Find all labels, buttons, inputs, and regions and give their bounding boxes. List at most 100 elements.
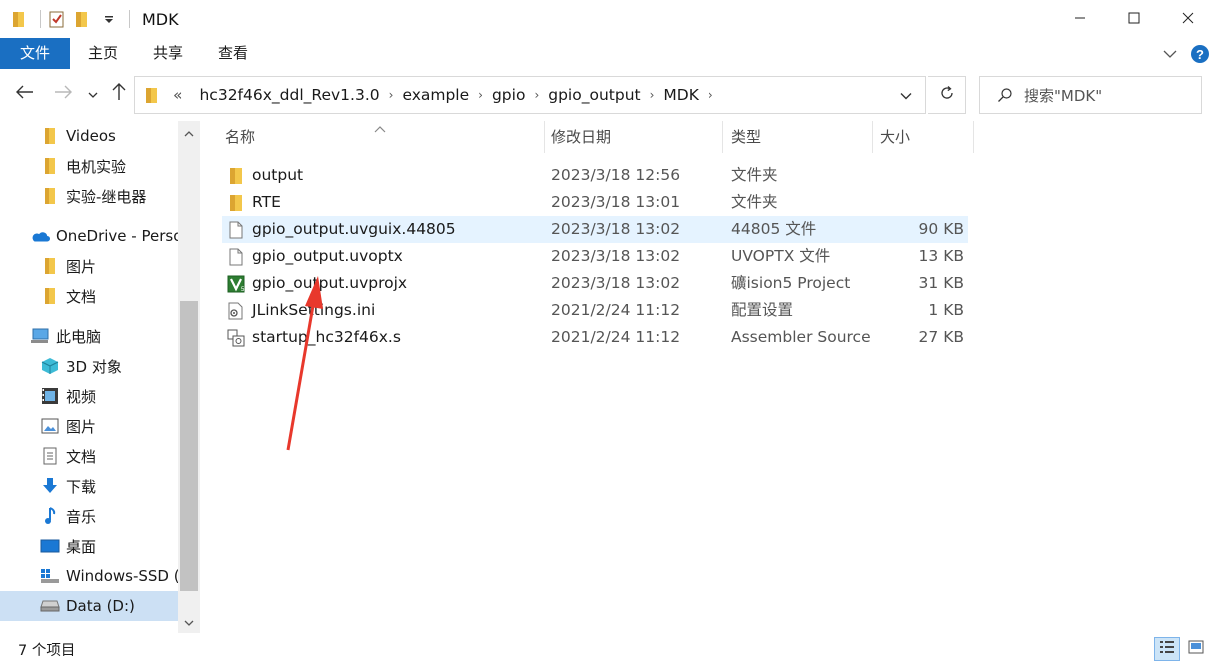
file-date: 2021/2/24 11:12 [551, 301, 681, 319]
file-name[interactable]: gpio_output.uvguix.44805 [252, 216, 456, 243]
file-name[interactable]: JLinkSettings.ini [252, 297, 375, 324]
chevron-down-icon [88, 85, 98, 103]
file-name[interactable]: gpio_output.uvprojx [252, 270, 407, 297]
file-size: 27 KB [918, 328, 964, 346]
tab-home[interactable]: 主页 [78, 38, 128, 69]
nav-item-data-drive[interactable]: Data (D:) [0, 591, 178, 621]
nav-item-label: OneDrive - Perso [56, 227, 178, 245]
file-date: 2023/3/18 12:56 [551, 166, 681, 184]
ribbon-tabs: 文件 主页 共享 查看 ? [0, 38, 1215, 69]
nav-item-label: 下载 [66, 477, 97, 496]
file-size: 13 KB [918, 247, 964, 265]
file-name[interactable]: output [252, 162, 303, 189]
nav-item-onedrive[interactable]: OneDrive - Perso [0, 221, 178, 251]
file-row[interactable]: startup_hc32f46x.s 2021/2/24 11:12 Assem… [222, 324, 968, 351]
toolbar-separator [129, 10, 130, 28]
maximize-icon [1128, 10, 1140, 28]
file-type: 文件夹 [731, 193, 778, 211]
nav-item-pictures-library[interactable]: 图片 [0, 411, 178, 441]
column-header-name[interactable]: 名称 [215, 121, 545, 153]
minimize-button[interactable] [1053, 0, 1107, 38]
minimize-icon [1074, 10, 1086, 28]
scroll-up-button[interactable] [178, 121, 200, 143]
download-icon [40, 476, 60, 496]
column-header-size[interactable]: 大小 [870, 121, 970, 153]
scroll-down-button[interactable] [178, 611, 200, 633]
breadcrumb-item[interactable]: gpio [483, 86, 534, 104]
nav-item-windows-ssd[interactable]: Windows-SSD ( [0, 561, 178, 591]
nav-item-label: 视频 [66, 387, 97, 406]
back-button[interactable] [12, 81, 38, 107]
nav-item-onedrive-pictures[interactable]: 图片 [0, 251, 178, 281]
music-icon [40, 506, 60, 526]
chevron-down-icon [184, 613, 194, 631]
close-button[interactable] [1161, 0, 1215, 38]
details-view-button[interactable] [1154, 637, 1180, 661]
file-name[interactable]: RTE [252, 189, 281, 216]
address-history-button[interactable] [897, 87, 915, 105]
breadcrumb-item[interactable]: hc32f46x_ddl_Rev1.3.0 [190, 86, 388, 104]
expand-ribbon-icon[interactable] [1157, 41, 1183, 67]
nav-item-this-pc[interactable]: 此电脑 [0, 321, 178, 351]
status-bar: 7 个项目 [0, 633, 1215, 664]
file-name[interactable]: gpio_output.uvoptx [252, 243, 403, 270]
close-icon [1182, 10, 1194, 28]
help-icon[interactable]: ? [1189, 43, 1211, 65]
up-button[interactable] [106, 81, 132, 107]
nav-item-motor-experiment[interactable]: 电机实验 [0, 151, 178, 181]
breadcrumb-overflow[interactable]: « [161, 86, 190, 104]
nav-item-videos-library[interactable]: 视频 [0, 381, 178, 411]
computer-icon [30, 326, 50, 346]
nav-item-label: Videos [66, 127, 116, 145]
quick-access-toolbar [10, 9, 136, 29]
tab-view[interactable]: 查看 [208, 38, 258, 69]
nav-item-downloads[interactable]: 下载 [0, 471, 178, 501]
nav-item-label: 音乐 [66, 507, 97, 526]
file-row[interactable]: gpio_output.uvguix.44805 2023/3/18 13:02… [222, 216, 968, 243]
file-name[interactable]: startup_hc32f46x.s [252, 324, 401, 351]
tab-file[interactable]: 文件 [0, 38, 70, 69]
new-folder-icon[interactable] [73, 9, 93, 29]
nav-item-3d-objects[interactable]: 3D 对象 [0, 351, 178, 381]
nav-item-label: 3D 对象 [66, 357, 122, 376]
forward-button[interactable] [50, 81, 76, 107]
scroll-thumb[interactable] [180, 301, 198, 591]
column-header-type[interactable]: 类型 [721, 121, 871, 153]
file-row[interactable]: RTE 2023/3/18 13:01 文件夹 [222, 189, 968, 216]
recent-locations-button[interactable] [82, 81, 104, 107]
nav-item-desktop[interactable]: 桌面 [0, 531, 178, 561]
breadcrumb-item[interactable]: gpio_output [539, 86, 649, 104]
tab-share[interactable]: 共享 [143, 38, 193, 69]
file-row[interactable]: JLinkSettings.ini 2021/2/24 11:12 配置设置 1… [222, 297, 968, 324]
properties-icon[interactable] [47, 9, 67, 29]
folder-icon [40, 286, 60, 306]
file-type: 礦ision5 Project [731, 274, 851, 292]
file-row[interactable]: 5 gpio_output.uvprojx 2023/3/18 13:02 礦i… [222, 270, 968, 297]
column-divider[interactable] [973, 121, 974, 153]
breadcrumb-item[interactable]: example [393, 86, 478, 104]
file-type: 配置设置 [731, 301, 794, 319]
nav-item-onedrive-documents[interactable]: 文档 [0, 281, 178, 311]
nav-item-documents-library[interactable]: 文档 [0, 441, 178, 471]
search-input[interactable]: 搜索"MDK" [979, 76, 1202, 114]
nav-scrollbar[interactable] [178, 121, 200, 633]
file-type: UVOPTX 文件 [731, 247, 831, 265]
large-icons-view-button[interactable] [1183, 637, 1209, 661]
customize-toolbar-icon[interactable] [99, 9, 119, 29]
file-row[interactable]: gpio_output.uvoptx 2023/3/18 13:02 UVOPT… [222, 243, 968, 270]
window-title: MDK [142, 9, 179, 29]
address-bar[interactable]: « hc32f46x_ddl_Rev1.3.0 › example › gpio… [134, 76, 926, 114]
pictures-icon [40, 416, 60, 436]
keil-project-icon: 5 [226, 274, 246, 294]
details-view-icon [1159, 640, 1175, 658]
refresh-button[interactable] [928, 76, 966, 114]
breadcrumb-chevron-icon[interactable]: › [708, 88, 713, 102]
nav-item-music[interactable]: 音乐 [0, 501, 178, 531]
column-header-date[interactable]: 修改日期 [541, 121, 721, 153]
nav-item-relay-experiment[interactable]: 实验-继电器 [0, 181, 178, 211]
folder-icon [226, 193, 246, 213]
maximize-button[interactable] [1107, 0, 1161, 38]
file-row[interactable]: output 2023/3/18 12:56 文件夹 [222, 162, 968, 189]
nav-item-videos[interactable]: Videos [0, 121, 178, 151]
breadcrumb-item[interactable]: MDK [654, 86, 707, 104]
